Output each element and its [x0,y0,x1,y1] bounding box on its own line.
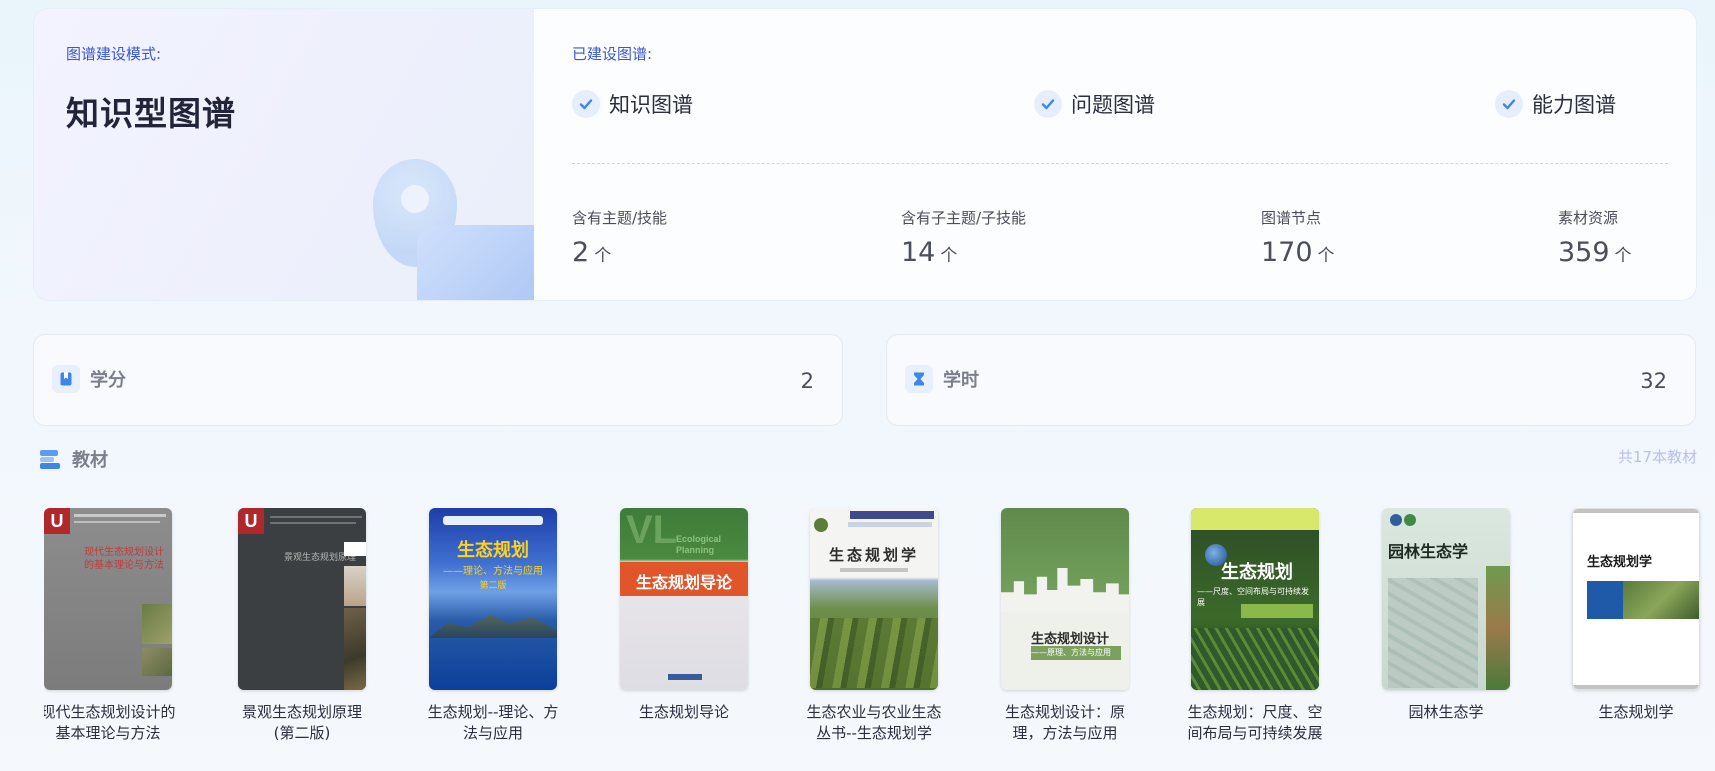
textbook-icon [40,450,60,469]
stat-topics: 含有主题/技能 2个 [572,207,667,268]
graph-type-label: 问题图谱 [1071,93,1155,117]
textbook-item[interactable]: 园林生态学 园林生态学 [1382,508,1512,723]
textbook-item[interactable]: U 现代生态规划设计的基本理论与方法 现代生态规划设计的基本理论与方法 [44,508,176,744]
stat-label: 含有主题/技能 [572,209,668,227]
book-cover[interactable]: 生态规划 ——理论、方法与应用 第二版 [429,508,557,690]
stat-resources: 素材资源 359 个 [1558,207,1632,268]
stat-label: 图谱节点 [1261,209,1322,227]
book-cover[interactable]: 生态规划学 [1572,508,1700,690]
graph-type-knowledge: 知识图谱 [572,89,693,119]
decorative-block-illustration [417,225,534,300]
book-title[interactable]: 生态规划学 [1568,702,1704,723]
hours-value: 32 [1640,369,1667,393]
graph-mode-card: 图谱建设模式: 知识型图谱 [34,9,534,300]
stat-nodes: 图谱节点 170 个 [1261,207,1335,268]
textbooks-header: 教材 [38,446,108,472]
book-title[interactable]: 生态规划导论 [616,702,752,723]
textbook-item[interactable]: 生态规划学 生态规划学 [1572,508,1702,723]
book-cover[interactable]: 生态规划 ——尺度、空间布局与可持续发展 [1191,508,1319,690]
book-cover[interactable]: U 景观生态规划原理 [238,508,366,690]
check-icon [1034,90,1062,118]
credits-label: 学分 [90,370,126,391]
credits-card: 学分 2 [33,334,843,426]
book-title[interactable]: 生态规划设计：原理，方法与应用 [997,702,1133,744]
book-title[interactable]: 景观生态规划原理(第二版) [234,702,370,744]
book-cover[interactable]: 生态规划学 [810,508,938,690]
book-title[interactable]: 生态农业与农业生态丛书--生态规划学 [806,702,942,744]
textbook-list: U 现代生态规划设计的基本理论与方法 现代生态规划设计的基本理论与方法 U 景观… [44,508,1715,771]
built-graphs-label: 已建设图谱: [572,45,653,63]
credits-value: 2 [800,369,814,393]
book-cover[interactable]: 生态规划设计 ——原理、方法与应用 [1001,508,1129,690]
check-icon [572,90,600,118]
graph-mode-label: 图谱建设模式: [66,45,162,63]
textbook-item[interactable]: 生态规划设计 ——原理、方法与应用 生态规划设计：原理，方法与应用 [1001,508,1131,744]
textbooks-title: 教材 [72,450,108,471]
textbook-item[interactable]: 生态规划 ——尺度、空间布局与可持续发展 生态规划：尺度、空间布局与可持续发展 [1187,508,1323,744]
stat-subtopics: 含有子主题/子技能 14 个 [901,207,1026,268]
built-graphs-area: 已建设图谱: 知识图谱 问题图谱 能力图谱 含有主题/技能 2个 含有子主题/子… [534,9,1696,300]
hours-label: 学时 [943,370,979,391]
graph-mode-title: 知识型图谱 [66,94,236,133]
check-icon [1495,90,1523,118]
textbook-item[interactable]: 生态规划 ——理论、方法与应用 第二版 生态规划--理论、方法与应用 [428,508,559,744]
hours-card: 学时 32 [886,334,1696,426]
textbook-item[interactable]: VL Ecological Planning 生态规划导论 生态规划导论 [620,508,750,723]
stat-label: 含有子主题/子技能 [901,209,1027,227]
stat-label: 素材资源 [1558,209,1619,227]
hourglass-icon [905,365,933,393]
book-cover[interactable]: VL Ecological Planning 生态规划导论 [620,508,748,690]
stat-value: 170 个 [1261,237,1335,268]
book-title[interactable]: 园林生态学 [1378,702,1514,723]
textbook-item[interactable]: U 景观生态规划原理 景观生态规划原理(第二版) [238,508,368,744]
dashed-divider [572,163,1668,164]
graph-overview-panel: 图谱建设模式: 知识型图谱 已建设图谱: 知识图谱 问题图谱 能力图谱 含有主题… [33,8,1697,301]
book-title[interactable]: 现代生态规划设计的基本理论与方法 [44,702,176,744]
textbooks-count: 共17本教材 [1617,448,1697,466]
graph-type-label: 能力图谱 [1532,93,1616,117]
stat-value: 359 个 [1558,237,1632,268]
book-cover[interactable]: U 现代生态规划设计的基本理论与方法 [44,508,172,690]
bookmark-icon [52,365,80,393]
stat-value: 2个 [572,237,612,268]
graph-type-problem: 问题图谱 [1034,89,1155,119]
book-cover[interactable]: 园林生态学 [1382,508,1510,690]
textbook-item[interactable]: 生态规划学 生态农业与农业生态丛书--生态规划学 [806,508,942,744]
stat-value: 14 个 [901,237,958,268]
graph-type-ability: 能力图谱 [1495,89,1616,119]
graph-type-label: 知识图谱 [609,93,693,117]
book-title[interactable]: 生态规划--理论、方法与应用 [425,702,561,744]
book-title[interactable]: 生态规划：尺度、空间布局与可持续发展 [1187,702,1323,744]
